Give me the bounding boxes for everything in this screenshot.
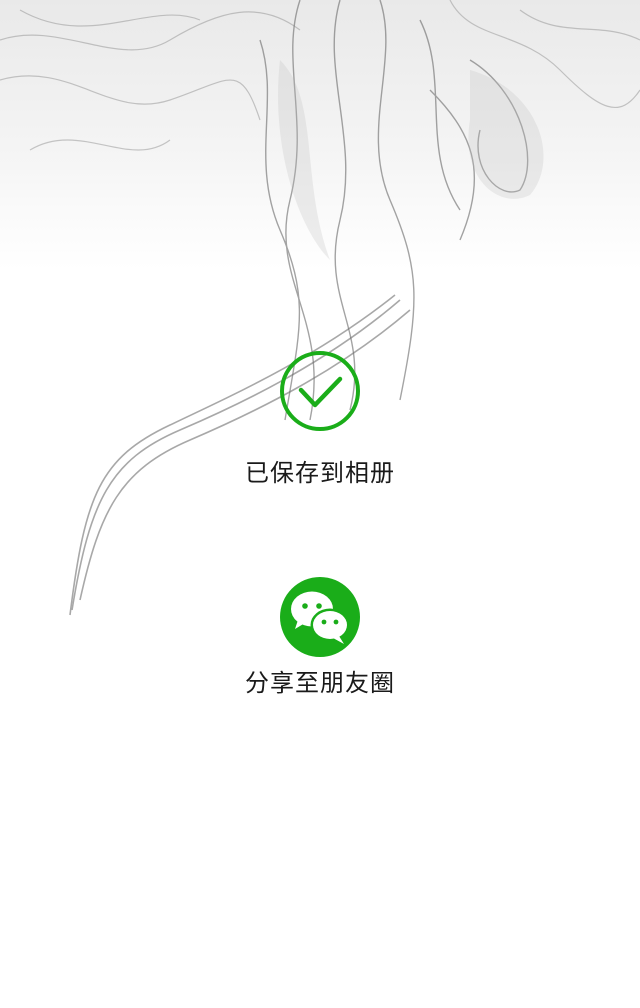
wechat-icon[interactable] <box>279 576 361 658</box>
saved-to-album-label: 已保存到相册 <box>245 459 395 487</box>
checkmark-circle-icon <box>280 351 360 431</box>
smoke-background-image <box>0 0 640 616</box>
share-to-moments-button[interactable]: 分享至朋友圈 <box>0 576 640 698</box>
save-status: 已保存到相册 <box>0 350 640 488</box>
save-success-screen: 已保存到相册 分享至朋友圈 <box>0 0 640 1008</box>
share-to-moments-label[interactable]: 分享至朋友圈 <box>245 668 395 698</box>
